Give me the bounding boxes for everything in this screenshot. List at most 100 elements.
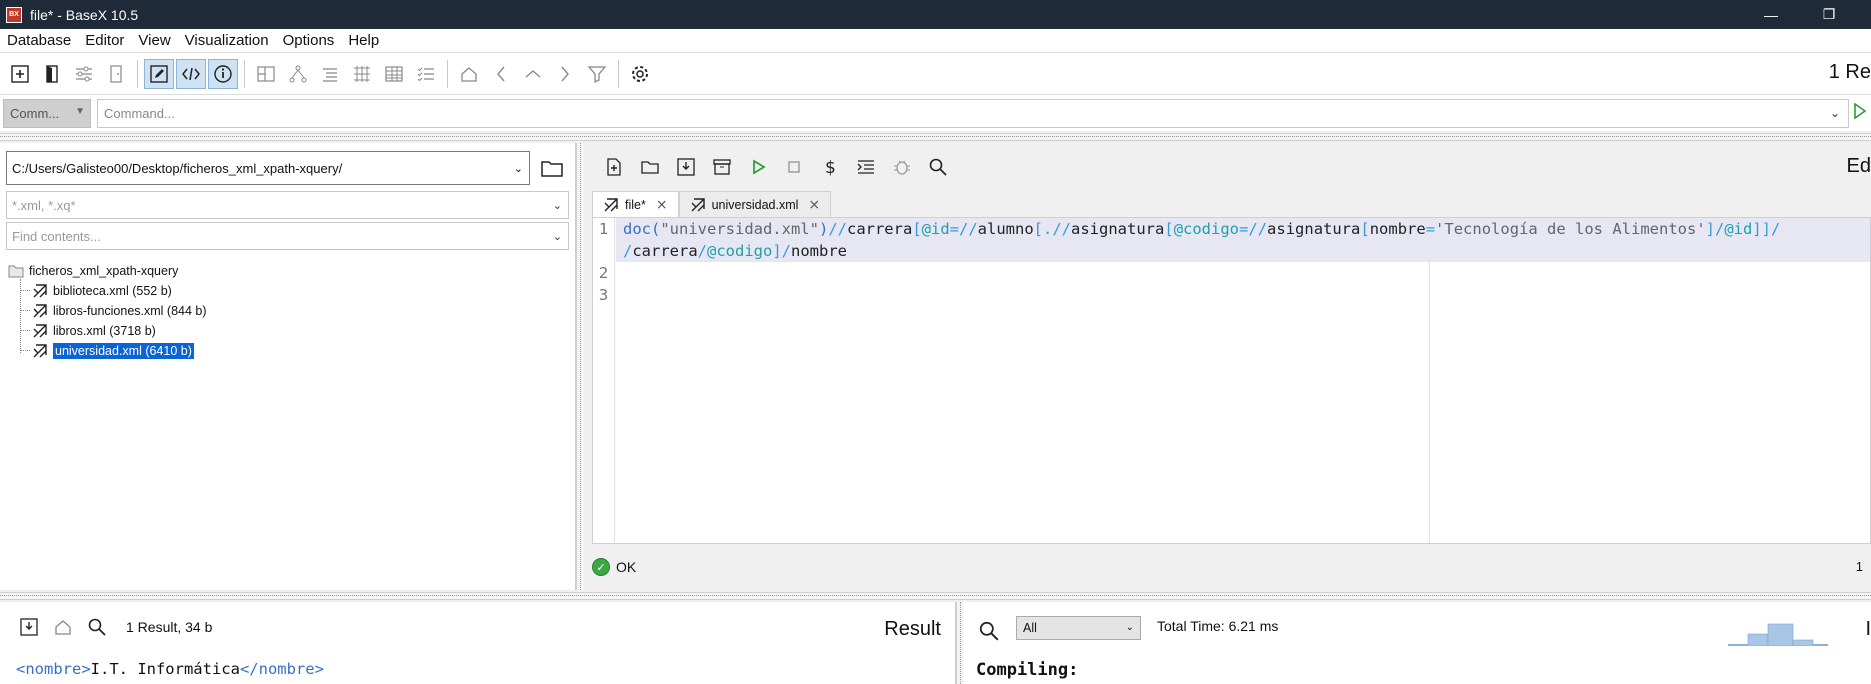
map-view-button[interactable] [251, 59, 281, 89]
history-button[interactable] [705, 152, 739, 182]
tab-universidad[interactable]: universidad.xml ⨯ [678, 191, 832, 217]
toolbar-separator [447, 59, 448, 88]
chevron-right-icon [561, 66, 569, 81]
command-input[interactable]: Command... ⌄ [97, 98, 1849, 128]
horizontal-splitter[interactable] [0, 133, 1871, 141]
open-file-button[interactable] [633, 152, 667, 182]
format-button[interactable] [849, 152, 883, 182]
file-filter-input[interactable]: *.xml, *.xq* ⌄ [6, 191, 569, 219]
forward-button[interactable] [550, 59, 580, 89]
xml-file-icon [691, 197, 705, 211]
horizontal-splitter[interactable] [0, 592, 1871, 600]
tree-file[interactable]: libros.xml (3718 b) [20, 321, 207, 341]
toggle-code-button[interactable] [176, 58, 206, 89]
find-contents-placeholder: Find contents... [12, 228, 101, 244]
stop-query-button[interactable] [777, 152, 811, 182]
xml-file-icon [33, 324, 47, 338]
tab-label: file* [625, 197, 646, 212]
maximize-button[interactable]: ❐ [1806, 0, 1852, 29]
save-icon [20, 618, 38, 636]
menu-visualization[interactable]: Visualization [178, 32, 276, 49]
new-file-icon [607, 158, 621, 176]
chevron-down-icon: ⌄ [1125, 622, 1134, 633]
save-file-button[interactable] [669, 152, 703, 182]
tree-file-label: biblioteca.xml (552 b) [53, 284, 172, 298]
file-filter-placeholder: *.xml, *.xq* [12, 197, 76, 213]
basex-app-icon: BX [6, 6, 22, 23]
menu-help[interactable]: Help [341, 32, 386, 49]
toggle-editor-button[interactable] [144, 58, 174, 89]
tab-file[interactable]: file* ⨯ [592, 191, 679, 217]
search-icon[interactable] [978, 620, 1000, 642]
project-path-value: C:/Users/Galisteo00/Desktop/ficheros_xml… [12, 160, 343, 176]
result-search-button[interactable] [81, 612, 113, 642]
run-command-button[interactable] [1851, 99, 1869, 123]
find-contents-input[interactable]: Find contents... ⌄ [6, 222, 569, 250]
toolbar-separator [244, 59, 245, 88]
layout-icon [257, 65, 275, 82]
indent-icon [857, 160, 874, 174]
xml-file-icon [33, 344, 47, 358]
preferences-button[interactable] [625, 59, 655, 89]
door-open-icon [46, 64, 58, 83]
tree-view-button[interactable] [283, 59, 313, 89]
table-view-button[interactable] [379, 59, 409, 89]
menu-view[interactable]: View [131, 32, 177, 49]
input-mode-select[interactable]: Comm... ▼ [3, 98, 91, 128]
new-database-button[interactable] [5, 59, 35, 89]
editor-tabs: file* ⨯ universidad.xml ⨯ [592, 191, 832, 217]
explore-view-button[interactable] [411, 59, 441, 89]
open-database-button[interactable] [37, 59, 67, 89]
variables-button[interactable]: $ [813, 152, 847, 182]
minimize-button[interactable]: — [1748, 0, 1794, 29]
plot-view-button[interactable] [347, 59, 377, 89]
tree-folder[interactable]: ficheros_xml_xpath-xquery [8, 261, 207, 281]
editor-panel: $ Ed file* ⨯ universidad.xml ⨯ 1 2 3 doc… [584, 143, 1871, 590]
info-filter-select[interactable]: All ⌄ [1016, 616, 1141, 640]
code-line-1: doc("universidad.xml")//carrera[@id=//al… [623, 220, 1781, 238]
result-label: Result [884, 618, 941, 640]
result-home-button[interactable] [47, 612, 79, 642]
home-button[interactable] [454, 59, 484, 89]
close-icon[interactable]: ⨯ [808, 196, 820, 213]
tree-file[interactable]: biblioteca.xml (552 b) [20, 281, 207, 301]
search-icon [929, 158, 947, 176]
gear-icon [632, 65, 648, 82]
menu-database[interactable]: Database [0, 32, 78, 49]
vertical-splitter[interactable] [956, 602, 964, 684]
new-file-button[interactable] [597, 152, 631, 182]
folder-open-icon [641, 161, 659, 174]
debug-button[interactable] [885, 152, 919, 182]
project-path-select[interactable]: C:/Users/Galisteo00/Desktop/ficheros_xml… [6, 151, 530, 185]
menu-options[interactable]: Options [276, 32, 342, 49]
folder-icon [8, 265, 24, 278]
stop-icon [788, 161, 800, 173]
close-database-button[interactable] [101, 59, 131, 89]
title-bar: BX file* - BaseX 10.5 — ❐ [0, 0, 1871, 29]
line-number: 1 [598, 220, 609, 238]
result-count-indicator: 1 Re [1828, 61, 1871, 83]
database-properties-button[interactable] [69, 59, 99, 89]
tree-file[interactable]: libros-funciones.xml (844 b) [20, 301, 207, 321]
vertical-splitter[interactable] [576, 143, 584, 590]
plus-box-icon [11, 64, 29, 83]
menu-editor[interactable]: Editor [78, 32, 131, 49]
tree-file-selected[interactable]: universidad.xml (6410 b) [20, 341, 207, 361]
info-label: I [1865, 618, 1871, 640]
open-folder-icon[interactable] [540, 156, 564, 180]
close-icon[interactable]: ⨯ [656, 196, 668, 213]
result-output[interactable]: <nombre>I.T. Informática</nombre> [16, 660, 324, 678]
chevron-down-icon[interactable]: ⌄ [1830, 106, 1840, 120]
toggle-info-button[interactable] [208, 58, 238, 89]
search-button[interactable] [921, 152, 955, 182]
ok-check-icon: ✓ [592, 558, 610, 576]
filter-button[interactable] [582, 59, 612, 89]
query-editor[interactable]: 1 2 3 doc("universidad.xml")//carrera[@i… [592, 217, 1871, 544]
chevron-down-icon: ⌄ [513, 163, 523, 175]
tree-file-label: libros-funciones.xml (844 b) [53, 304, 207, 318]
back-button[interactable] [486, 59, 516, 89]
run-query-button[interactable] [741, 152, 775, 182]
up-button[interactable] [518, 59, 548, 89]
export-result-button[interactable] [13, 612, 45, 642]
folder-view-button[interactable] [315, 59, 345, 89]
